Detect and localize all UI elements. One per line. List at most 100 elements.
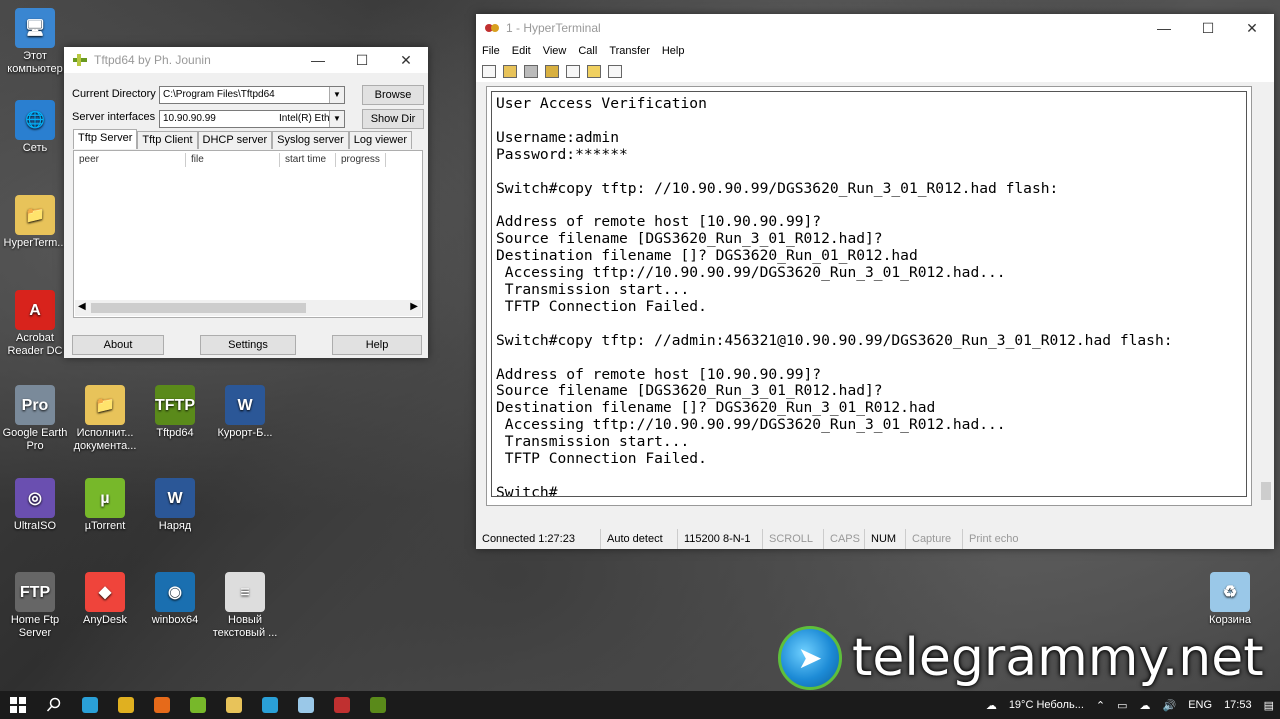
menu-transfer[interactable]: Transfer — [609, 42, 650, 60]
tftpd-titlebar[interactable]: Tftpd64 by Ph. Jounin — ☐ ✕ — [64, 47, 428, 73]
desktop-icon[interactable]: µ µTorrent — [70, 478, 140, 533]
desktop-icon-image: ≡ — [225, 572, 265, 612]
taskbar-hyperterminal[interactable] — [324, 691, 360, 719]
browse-button[interactable]: Browse — [362, 85, 424, 105]
notifications-icon[interactable]: ▤ — [1264, 699, 1274, 712]
column-start-time[interactable]: start time — [280, 153, 336, 167]
horizontal-scrollbar[interactable]: ◀ ▶ — [75, 300, 421, 316]
volume-icon[interactable]: 🔊 — [1163, 699, 1177, 712]
column-peer[interactable]: peer — [74, 153, 186, 167]
desktop-icon[interactable]: ◆ AnyDesk — [70, 572, 140, 627]
close-button[interactable]: ✕ — [384, 46, 428, 74]
desktop-icon[interactable]: FTP Home Ftp Server — [0, 572, 70, 640]
scroll-thumb[interactable] — [1261, 482, 1271, 500]
menu-edit[interactable]: Edit — [512, 42, 531, 60]
desktop-icon-label: Наряд — [158, 520, 192, 532]
menu-file[interactable]: File — [482, 42, 500, 60]
taskbar-edge[interactable] — [72, 691, 108, 719]
desktop-icon[interactable]: 📁 HyperTerm... — [0, 195, 70, 250]
hyperterminal-titlebar[interactable]: 1 - HyperTerminal — ☐ ✕ — [476, 14, 1274, 42]
chevron-down-icon[interactable]: ▼ — [329, 87, 344, 103]
network-icon[interactable]: ▭ — [1117, 699, 1127, 712]
about-button[interactable]: About — [72, 335, 164, 355]
weather-icon[interactable]: ☁ — [986, 699, 997, 712]
minimize-button[interactable]: — — [1142, 14, 1186, 42]
edge-icon — [82, 697, 98, 713]
desktop-icon-label: Этот компьютер — [7, 50, 63, 75]
onedrive-icon[interactable]: ☁ — [1140, 699, 1151, 712]
language-indicator[interactable]: ENG — [1188, 699, 1212, 711]
maximize-button[interactable]: ☐ — [340, 46, 384, 74]
scroll-left-icon[interactable]: ◀ — [78, 301, 86, 312]
tab-dhcp-server[interactable]: DHCP server — [197, 131, 273, 149]
desktop-icon[interactable]: W Курорт-Б... — [210, 385, 280, 440]
desktop-icon[interactable]: 📁 Исполнит... документа... — [70, 385, 140, 453]
weather-text[interactable]: 19°C Неболь... — [1009, 699, 1084, 711]
open-icon[interactable] — [503, 64, 517, 78]
settings-button[interactable]: Settings — [200, 335, 296, 355]
telegram-icon — [262, 697, 278, 713]
status-baud: 115200 8-N-1 — [678, 529, 763, 549]
current-directory-combo[interactable]: C:\Program Files\Tftpd64 ▼ — [159, 86, 345, 104]
desktop-icon[interactable]: 🖥 Этот компьютер — [0, 8, 70, 76]
new-icon[interactable] — [482, 64, 496, 78]
desktop-icon-label: winbox64 — [151, 614, 199, 626]
desktop-icon-label: AnyDesk — [82, 614, 128, 626]
taskbar-firefox[interactable] — [144, 691, 180, 719]
help-button[interactable]: Help — [332, 335, 422, 355]
taskbar-chrome[interactable] — [108, 691, 144, 719]
tab-tftp-client[interactable]: Tftp Client — [137, 131, 198, 149]
tab-tftp-server[interactable]: Tftp Server — [73, 129, 138, 149]
status-caps: CAPS — [824, 529, 865, 549]
desktop-icon-label: Исполнит... документа... — [73, 427, 137, 452]
search-icon — [46, 697, 61, 712]
disconnect-icon[interactable] — [545, 64, 559, 78]
receive-icon[interactable] — [587, 64, 601, 78]
chevron-up-icon[interactable]: ⌃ — [1096, 699, 1105, 712]
properties-icon[interactable] — [608, 64, 622, 78]
desktop-icon[interactable]: ≡ Новый текстовый ... — [210, 572, 280, 640]
server-interfaces-combo[interactable]: 10.90.90.99 Intel(R) Eth ▼ — [159, 110, 345, 128]
taskbar-tftpd[interactable] — [360, 691, 396, 719]
column-progress[interactable]: progress — [336, 153, 386, 167]
desktop-icon[interactable]: ◉ winbox64 — [140, 572, 210, 627]
tab-syslog-server[interactable]: Syslog server — [272, 131, 349, 149]
show-dir-button[interactable]: Show Dir — [362, 109, 424, 129]
chevron-down-icon[interactable]: ▼ — [329, 111, 344, 127]
close-button[interactable]: ✕ — [1230, 14, 1274, 42]
clock[interactable]: 17:53 — [1224, 699, 1252, 711]
desktop-icon[interactable]: ♻ Корзина — [1195, 572, 1265, 627]
taskbar-explorer[interactable] — [216, 691, 252, 719]
desktop-icon[interactable]: Pro Google Earth Pro — [0, 385, 70, 453]
terminal-area[interactable]: User Access Verification Username:admin … — [486, 86, 1252, 506]
minimize-button[interactable]: — — [296, 46, 340, 74]
send-icon[interactable] — [566, 64, 580, 78]
menu-help[interactable]: Help — [662, 42, 685, 60]
search-button[interactable] — [36, 691, 72, 719]
status-print-echo: Print echo — [969, 533, 1019, 545]
transfer-list[interactable]: peer file start time progress ◀ ▶ — [73, 150, 423, 318]
desktop-icon[interactable]: W Наряд — [140, 478, 210, 533]
scroll-right-icon[interactable]: ▶ — [410, 301, 418, 312]
start-button[interactable] — [0, 691, 36, 719]
column-file[interactable]: file — [186, 153, 280, 167]
terminal-screen[interactable]: User Access Verification Username:admin … — [491, 91, 1247, 497]
desktop-icon[interactable]: TFTP Tftpd64 — [140, 385, 210, 440]
status-num: NUM — [865, 529, 906, 549]
desktop-icon-label: HyperTerm... — [3, 237, 67, 249]
desktop-icon[interactable]: 🌐 Сеть — [0, 100, 70, 155]
tab-log-viewer[interactable]: Log viewer — [348, 131, 412, 149]
menu-view[interactable]: View — [543, 42, 567, 60]
desktop-icon-image: Pro — [15, 385, 55, 425]
maximize-button[interactable]: ☐ — [1186, 14, 1230, 42]
desktop-icon[interactable]: A Acrobat Reader DC — [0, 290, 70, 358]
taskbar-utorrent[interactable] — [180, 691, 216, 719]
call-icon[interactable] — [524, 64, 538, 78]
menu-call[interactable]: Call — [578, 42, 597, 60]
status-connected: Connected 1:27:23 — [476, 529, 601, 549]
scroll-thumb[interactable] — [91, 303, 306, 313]
desktop-icon[interactable]: ◎ UltraISO — [0, 478, 70, 533]
taskbar-notepad[interactable] — [288, 691, 324, 719]
vertical-scrollbar[interactable] — [1258, 86, 1274, 506]
taskbar-telegram[interactable] — [252, 691, 288, 719]
